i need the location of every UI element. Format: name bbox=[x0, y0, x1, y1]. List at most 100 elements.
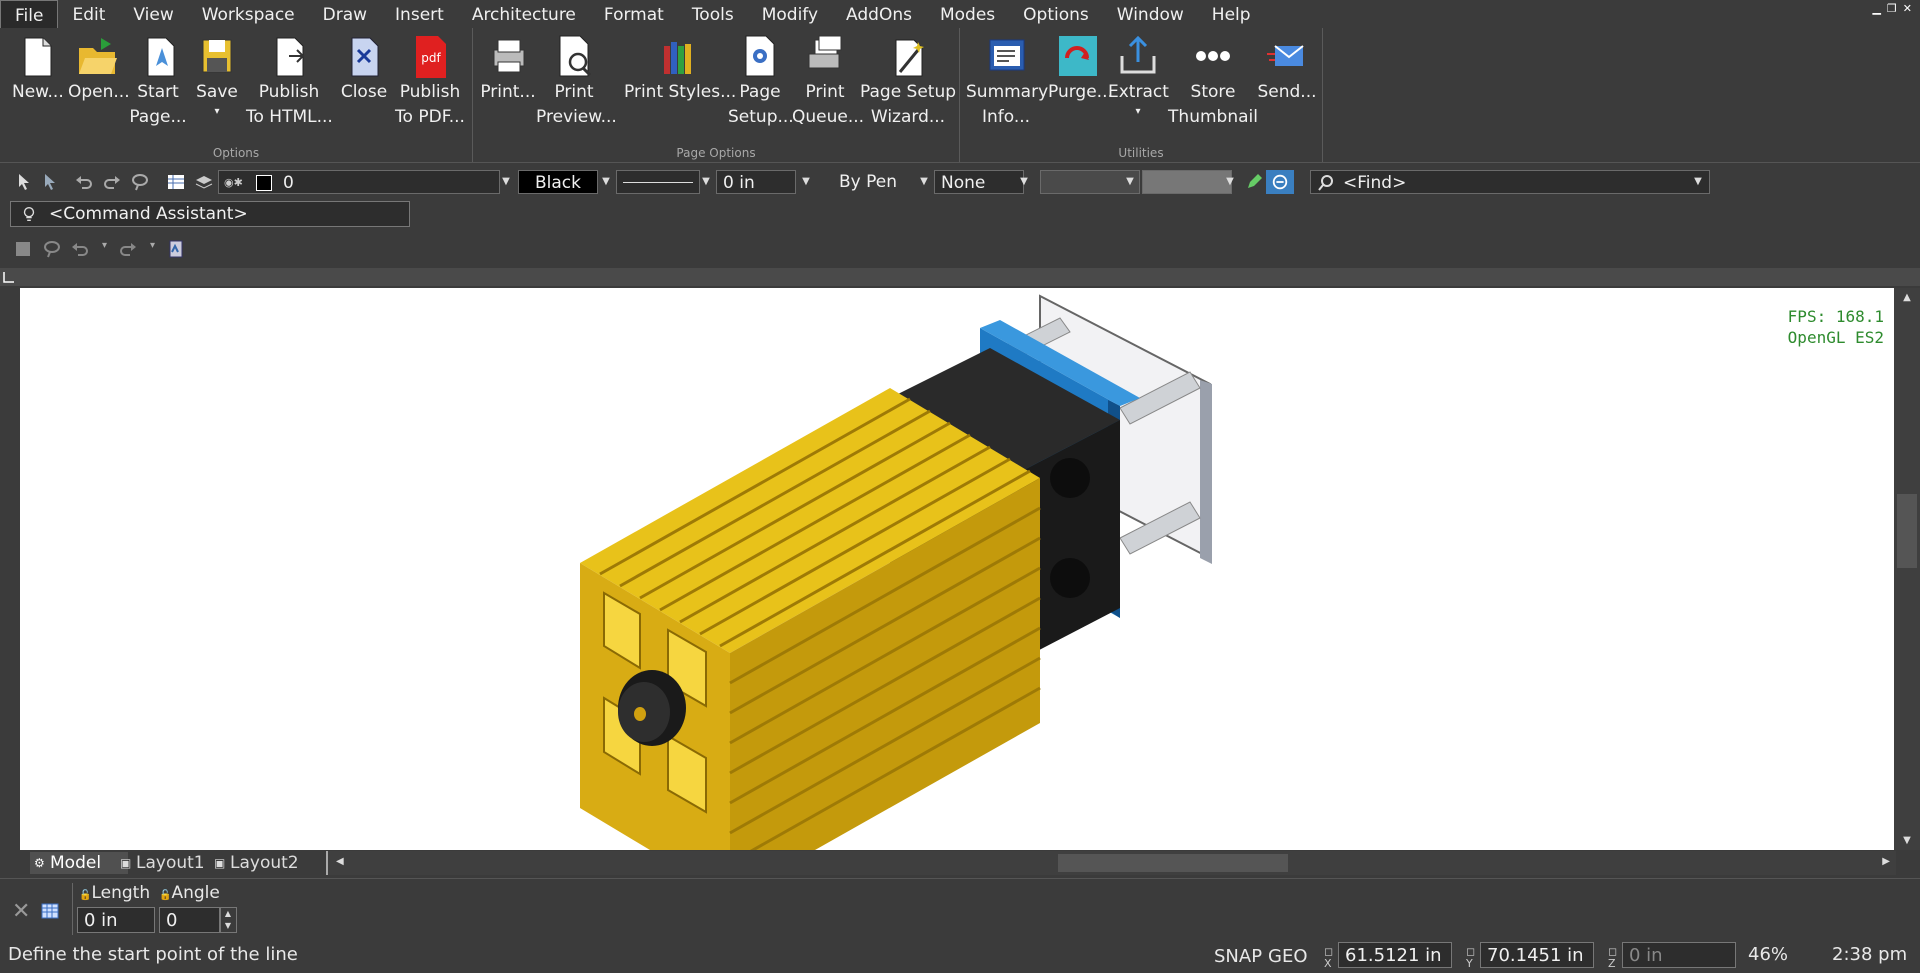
publish-html-button[interactable]: Publish To HTML... bbox=[246, 32, 333, 130]
menu-architecture[interactable]: Architecture bbox=[458, 0, 590, 28]
angle-input[interactable]: 0 bbox=[159, 907, 221, 933]
stop-icon[interactable] bbox=[16, 242, 30, 256]
layer-visibility-icon[interactable]: ◉✱ bbox=[224, 176, 243, 189]
open-button[interactable]: Open... bbox=[68, 32, 130, 105]
menu-edit[interactable]: Edit bbox=[58, 0, 119, 28]
horizontal-scroll-thumb[interactable] bbox=[1058, 854, 1288, 872]
close-icon[interactable]: ✕ bbox=[1903, 2, 1912, 15]
close-button[interactable]: Close bbox=[336, 32, 392, 105]
new-file-icon bbox=[24, 37, 52, 77]
summary-info-button[interactable]: Summary Info... bbox=[966, 32, 1048, 130]
menu-window[interactable]: Window bbox=[1103, 0, 1198, 28]
hatch-dropdown[interactable]: None bbox=[934, 170, 1024, 194]
publish-pdf-button[interactable]: pdf Publish To PDF... bbox=[394, 32, 466, 130]
color-dropdown[interactable]: Black bbox=[518, 170, 598, 194]
grid-options-icon[interactable] bbox=[40, 901, 60, 921]
menu-insert[interactable]: Insert bbox=[381, 0, 458, 28]
print-preview-button[interactable]: Print Preview... bbox=[536, 32, 617, 130]
print-style-dropdown[interactable] bbox=[1142, 170, 1232, 194]
print-button[interactable]: Print... bbox=[480, 32, 536, 105]
vertical-scrollbar[interactable]: ▲ ▼ bbox=[1894, 288, 1920, 850]
menu-help[interactable]: Help bbox=[1198, 0, 1265, 28]
lasso-icon[interactable] bbox=[42, 239, 62, 259]
print-queue-button[interactable]: Print Queue... bbox=[792, 32, 864, 130]
scroll-up-icon[interactable]: ▲ bbox=[1894, 292, 1920, 303]
chevron-down-icon[interactable]: ▼ bbox=[918, 170, 930, 194]
menu-addons[interactable]: AddOns bbox=[832, 0, 926, 28]
select-similar-icon[interactable] bbox=[40, 172, 60, 192]
lasso-icon[interactable] bbox=[130, 172, 150, 192]
chevron-down-icon[interactable]: ▾ bbox=[102, 240, 107, 251]
pen-dropdown[interactable]: By Pen bbox=[818, 170, 918, 194]
menu-view[interactable]: View bbox=[119, 0, 187, 28]
chevron-down-icon[interactable]: ▼ bbox=[800, 170, 812, 194]
tab-layout2[interactable]: ▣ Layout2 bbox=[210, 852, 320, 874]
layer-manager-icon[interactable] bbox=[166, 172, 186, 192]
restore-icon[interactable]: ❐ bbox=[1887, 2, 1897, 15]
tab-model[interactable]: ⚙ Model bbox=[30, 852, 128, 874]
menu-tools[interactable]: Tools bbox=[678, 0, 748, 28]
email-icon bbox=[1267, 45, 1304, 66]
x-coordinate[interactable]: 61.5121 in bbox=[1338, 942, 1452, 968]
menu-options[interactable]: Options bbox=[1009, 0, 1103, 28]
menu-modes[interactable]: Modes bbox=[926, 0, 1009, 28]
undo-icon[interactable] bbox=[74, 172, 94, 192]
menu-file[interactable]: File bbox=[0, 0, 59, 28]
find-input[interactable]: <Find> bbox=[1310, 170, 1710, 194]
scroll-right-icon[interactable]: ▶ bbox=[1882, 856, 1890, 867]
chevron-down-icon[interactable]: ▼ bbox=[500, 170, 512, 194]
chevron-down-icon[interactable]: ▼ bbox=[1124, 170, 1136, 194]
layer-states-icon[interactable] bbox=[194, 172, 214, 192]
redo-icon[interactable] bbox=[102, 172, 122, 192]
send-button[interactable]: Send... bbox=[1256, 32, 1318, 105]
minimize-icon[interactable]: ▁ bbox=[1872, 2, 1880, 15]
page-setup-wizard-button[interactable]: Page Setup Wizard... bbox=[860, 32, 956, 130]
horizontal-scrollbar[interactable]: ◀ ▶ bbox=[326, 851, 1896, 875]
menu-modify[interactable]: Modify bbox=[748, 0, 832, 28]
print-styles-button[interactable]: Print Styles... bbox=[624, 32, 736, 105]
match-properties-button[interactable] bbox=[1266, 170, 1294, 194]
laser-module-model[interactable] bbox=[560, 288, 1240, 850]
drawing-canvas[interactable]: FPS: 168.1 OpenGL ES2 bbox=[20, 288, 1894, 850]
scroll-left-icon[interactable]: ◀ bbox=[336, 856, 344, 867]
menu-workspace[interactable]: Workspace bbox=[188, 0, 309, 28]
chevron-down-icon[interactable]: ▼ bbox=[700, 170, 712, 194]
zoom-level[interactable]: 46% bbox=[1748, 944, 1788, 965]
new-button[interactable]: New... bbox=[12, 32, 64, 105]
extract-button[interactable]: Extract ▾ bbox=[1108, 32, 1169, 119]
undo-icon[interactable] bbox=[70, 239, 90, 259]
length-input[interactable]: 0 in bbox=[77, 907, 155, 933]
command-assistant-input[interactable]: <Command Assistant> bbox=[10, 201, 410, 227]
store-thumbnail-button[interactable]: Store Thumbnail bbox=[1168, 32, 1258, 130]
linetype-dropdown[interactable] bbox=[616, 170, 700, 194]
purge-button[interactable]: Purge... bbox=[1048, 32, 1113, 105]
geo-toggle[interactable]: GEO bbox=[1268, 946, 1308, 967]
redo-icon[interactable] bbox=[118, 239, 138, 259]
select-arrow-icon[interactable] bbox=[14, 172, 34, 192]
pencil-icon[interactable] bbox=[1244, 172, 1264, 192]
menu-draw[interactable]: Draw bbox=[309, 0, 381, 28]
vertical-scroll-thumb[interactable] bbox=[1897, 494, 1917, 568]
angle-spinner[interactable]: ▲ ▼ bbox=[219, 907, 237, 933]
z-coordinate[interactable]: 0 in bbox=[1622, 942, 1736, 968]
lock-icon[interactable]: 🔓 bbox=[79, 890, 91, 901]
group-label: Utilities bbox=[1118, 146, 1164, 160]
ruler-strip bbox=[0, 268, 1920, 286]
page-setup-button[interactable]: Page Setup... bbox=[728, 32, 794, 130]
cancel-x-icon[interactable]: ✕ bbox=[12, 899, 30, 924]
page-setup-gear-icon bbox=[745, 35, 775, 77]
script-icon[interactable] bbox=[166, 239, 186, 259]
snap-toggle[interactable]: SNAP bbox=[1214, 946, 1262, 967]
menu-format[interactable]: Format bbox=[590, 0, 678, 28]
scroll-down-icon[interactable]: ▼ bbox=[1894, 835, 1920, 846]
chevron-down-icon[interactable]: ▼ bbox=[1224, 170, 1236, 194]
chevron-down-icon[interactable]: ▼ bbox=[1018, 170, 1030, 194]
chevron-down-icon[interactable]: ▼ bbox=[1692, 170, 1704, 194]
chevron-down-icon[interactable]: ▾ bbox=[150, 240, 155, 251]
chevron-down-icon[interactable]: ▼ bbox=[600, 170, 612, 194]
y-coordinate[interactable]: 70.1451 in bbox=[1480, 942, 1594, 968]
save-button[interactable]: Save ▾ bbox=[192, 32, 242, 119]
lock-icon[interactable]: 🔓 bbox=[159, 890, 171, 901]
start-page-button[interactable]: Start Page... bbox=[128, 32, 188, 130]
lineweight-dropdown[interactable]: 0 in bbox=[716, 170, 796, 194]
